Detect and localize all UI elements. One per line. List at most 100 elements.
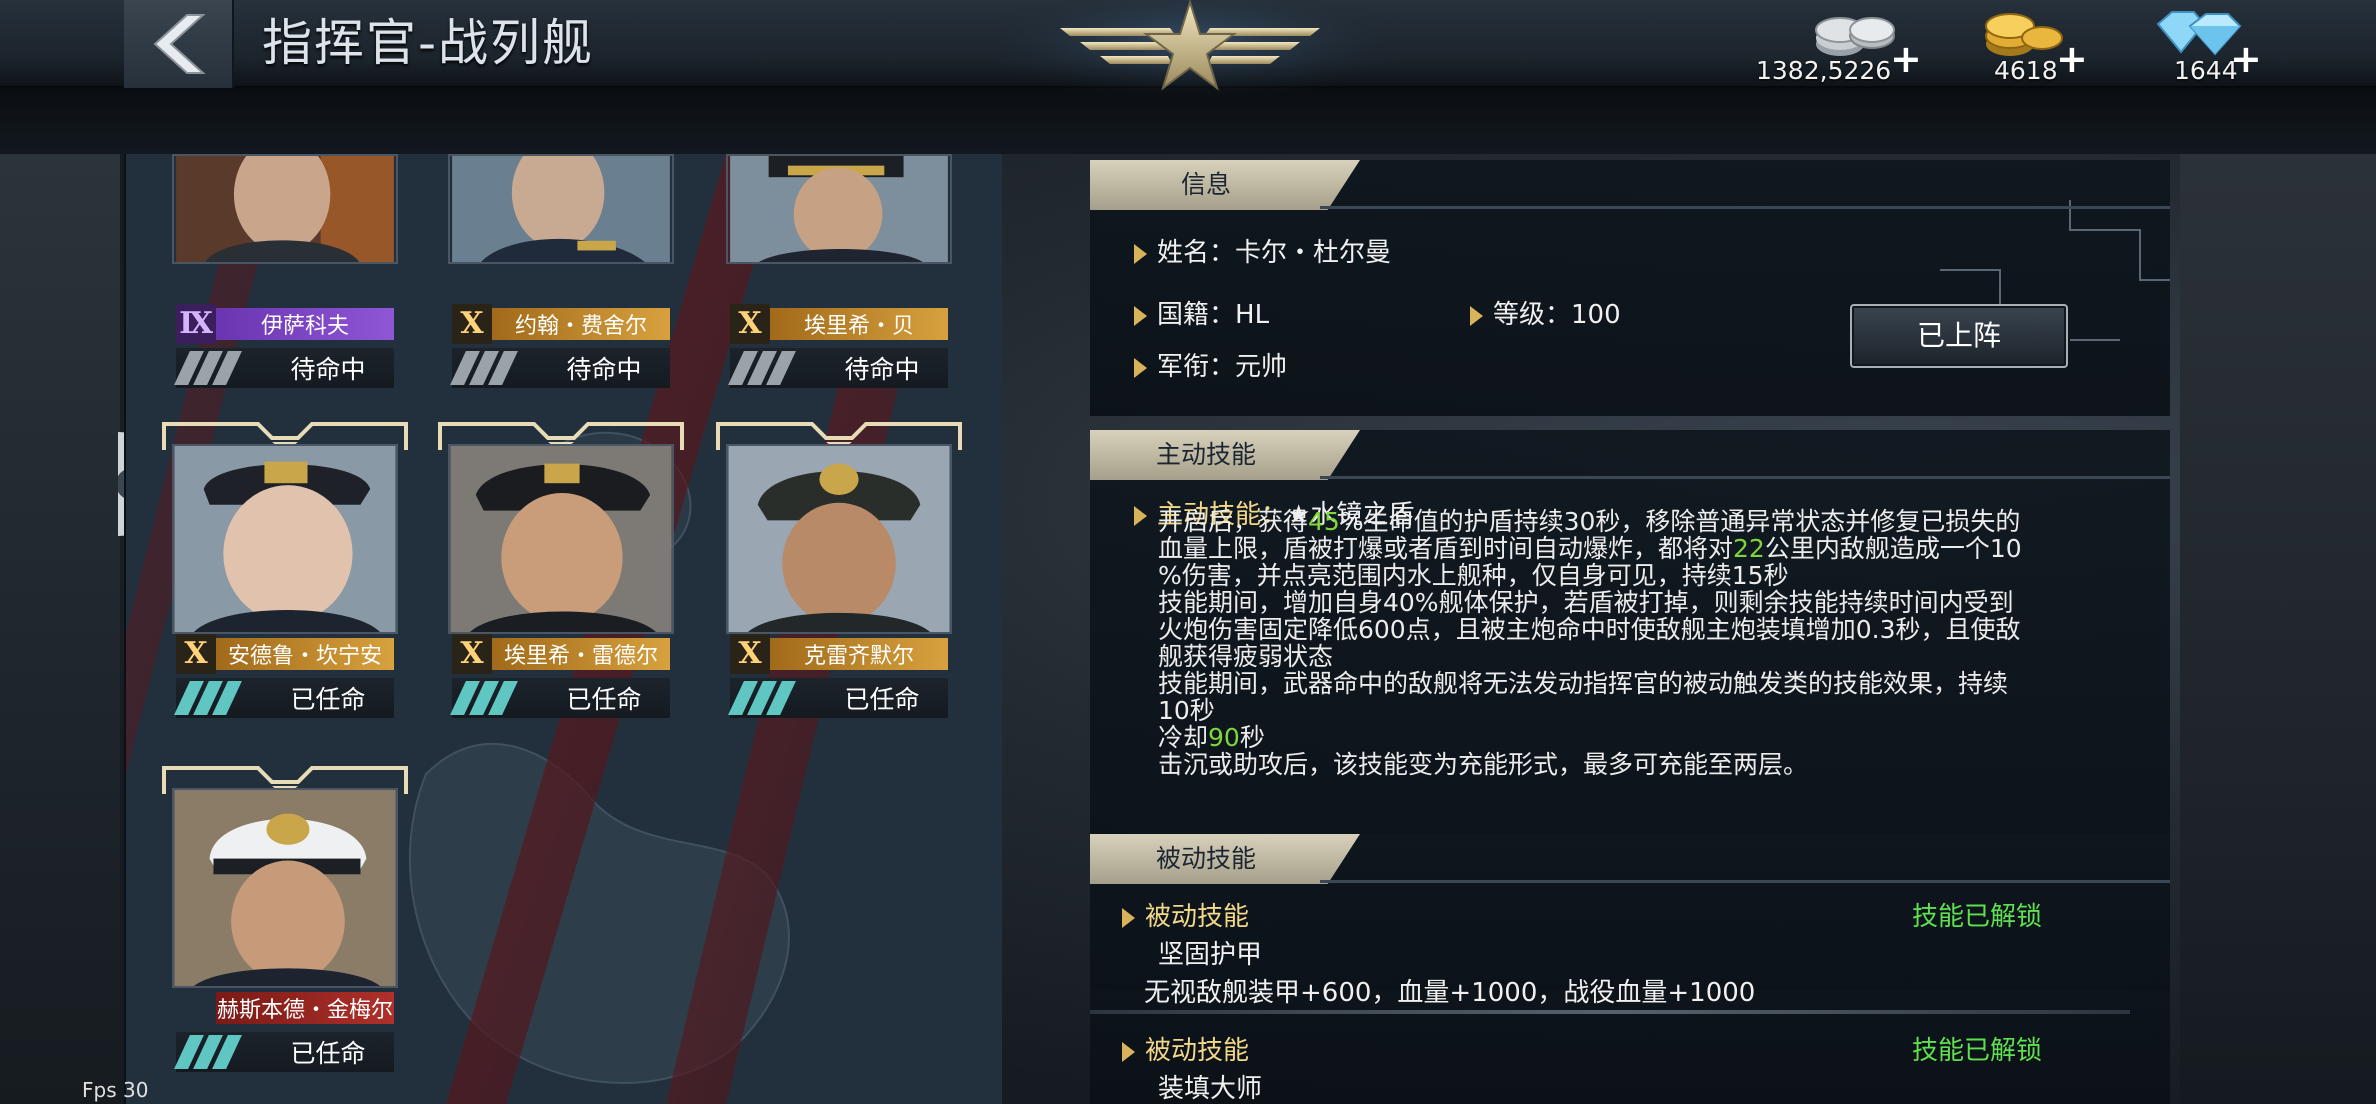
gold-amount: 4618 xyxy=(1994,56,2058,85)
star-wings-emblem xyxy=(1000,0,1380,100)
passive-skill-name: 坚固护甲 xyxy=(1158,940,1263,970)
status-bar: 已任命 xyxy=(174,1032,394,1072)
back-arrow-icon xyxy=(153,14,206,74)
page-title: 指挥官-战列舰 xyxy=(262,14,595,72)
passive-skill-row: 被动技能 xyxy=(1122,1030,1249,1067)
status-bar: 待命中 xyxy=(174,348,394,388)
status-label: 已任命 xyxy=(290,685,366,714)
gold-plus-icon[interactable]: + xyxy=(2056,40,2088,78)
silver-amount: 1382,5226 xyxy=(1756,56,1892,85)
bullet-arrow-icon xyxy=(1134,305,1147,326)
active-skill-section-header: 主动技能 xyxy=(1090,430,2170,480)
silver-plus-icon[interactable]: + xyxy=(1890,40,1922,78)
status-bar: 已任命 xyxy=(728,678,948,718)
name-label: 姓名： xyxy=(1157,238,1236,268)
skill-unlocked-status: 技能已解锁 xyxy=(1912,902,2043,932)
portrait-kimmel xyxy=(172,788,398,988)
rank-badge: X xyxy=(452,304,492,344)
desc-line: 开启后，获得45%生命值的护盾持续30秒，移除普通异常状态并修复已损失的 xyxy=(1158,507,2021,536)
divider xyxy=(1320,476,2170,479)
divider xyxy=(1320,206,2170,209)
info-name-row: 姓名：卡尔・杜尔曼 xyxy=(1134,232,1391,269)
name-bar: X 埃里希・雷德尔 xyxy=(452,634,670,674)
desc-line: 10秒 xyxy=(1158,696,1215,725)
skill-unlocked-status: 技能已解锁 xyxy=(1912,1036,2043,1066)
desc-line: 击沉或助攻后，该技能变为充能形式，最多可充能至两层。 xyxy=(1158,750,1809,779)
diamond-plus-icon[interactable]: + xyxy=(2230,40,2262,78)
bullet-arrow-icon xyxy=(1470,305,1483,326)
portrait-kretschmer xyxy=(726,444,952,634)
commander-name: 埃里希・雷德尔 xyxy=(492,638,670,670)
portrait-isakov xyxy=(172,154,398,264)
nation-value: HL xyxy=(1235,300,1270,330)
active-skill-description: 开启后，获得45%生命值的护盾持续30秒，移除普通异常状态并修复已损失的 血量上… xyxy=(1158,508,2158,778)
name-bar: X 克雷齐默尔 xyxy=(730,634,948,674)
divider xyxy=(1320,880,2170,883)
info-nation-row: 国籍：HL xyxy=(1134,294,1269,331)
level-stripes xyxy=(174,1032,262,1072)
section-title: 信息 xyxy=(1180,170,1231,199)
top-bar: 指挥官-战列舰 1382,5226 + 4618 + 1644 + xyxy=(0,0,2376,100)
rank-badge: Ⅸ xyxy=(176,304,216,344)
passive-skill-label: 被动技能 xyxy=(1145,1036,1250,1066)
bullet-arrow-icon xyxy=(1122,1041,1135,1062)
name-value: 卡尔・杜尔曼 xyxy=(1235,238,1392,268)
fps-counter: Fps 30 xyxy=(82,1078,149,1102)
commander-name: 伊萨科夫 xyxy=(216,308,394,340)
name-bar: 赫斯本德・金梅尔 xyxy=(176,988,394,1028)
level-label: 等级： xyxy=(1493,300,1572,330)
section-title: 被动技能 xyxy=(1155,844,1256,873)
back-button[interactable] xyxy=(124,0,234,88)
level-stripes xyxy=(174,348,262,388)
commander-name: 约翰・费舍尔 xyxy=(492,308,670,340)
divider xyxy=(1090,1010,2130,1014)
desc-line: 火炮伤害固定降低600点，且被主炮命中时使敌舰主炮装填增加0.3秒，且使敌 xyxy=(1158,615,2021,644)
name-bar: X 埃里希・贝 xyxy=(730,304,948,344)
nation-label: 国籍： xyxy=(1157,300,1236,330)
silver-currency[interactable]: 1382,5226 + xyxy=(1756,4,1926,88)
level-value: 100 xyxy=(1571,300,1621,330)
level-stripes xyxy=(450,678,538,718)
gold-currency[interactable]: 4618 + xyxy=(1976,4,2096,88)
desc-line: 技能期间，武器命中的敌舰将无法发动指挥官的被动触发类的技能效果，持续 xyxy=(1158,669,2009,698)
status-label: 待命中 xyxy=(290,355,366,384)
passive-skill-desc: 无视敌舰装甲+600，血量+1000，战役血量+1000 xyxy=(1144,978,1756,1008)
commander-name: 赫斯本德・金梅尔 xyxy=(216,992,394,1024)
section-title: 主动技能 xyxy=(1155,440,1256,469)
level-stripes xyxy=(450,348,538,388)
status-label: 已任命 xyxy=(844,685,920,714)
commander-name: 埃里希・贝 xyxy=(770,308,948,340)
portrait-cunningham xyxy=(172,444,398,634)
background-left xyxy=(0,88,120,1104)
bullet-arrow-icon xyxy=(1134,357,1147,378)
background-right xyxy=(2180,88,2376,1104)
desc-line: 血量上限，盾被打爆或者盾到时间自动爆炸，都将对22公里内敌舰造成一个10 xyxy=(1158,534,2022,563)
rank-badge: X xyxy=(730,304,770,344)
passive-skill-label: 被动技能 xyxy=(1145,902,1250,932)
desc-line: %伤害，并点亮范围内水上舰种，仅自身可见，持续15秒 xyxy=(1158,561,1789,590)
commander-roster[interactable]: Ⅸ 伊萨科夫 待命中 X 约翰・费舍尔 待命中 X 埃里希・贝 待命中 X 安德… xyxy=(124,154,1002,1104)
portrait-fisher xyxy=(448,154,674,264)
diamond-currency[interactable]: 1644 + xyxy=(2150,4,2262,88)
rank-badge: X xyxy=(452,634,492,674)
status-label: 待命中 xyxy=(566,355,642,384)
commander-name: 克雷齐默尔 xyxy=(770,638,948,670)
level-stripes xyxy=(728,678,816,718)
level-stripes xyxy=(174,678,262,718)
desc-line: 舰获得疲弱状态 xyxy=(1158,642,1334,671)
bullet-arrow-icon xyxy=(1134,505,1147,526)
deployed-button[interactable]: 已上阵 xyxy=(1850,304,2068,368)
bullet-arrow-icon xyxy=(1134,243,1147,264)
status-label: 已任命 xyxy=(290,1039,366,1068)
name-bar: X 安德鲁・坎宁安 xyxy=(176,634,394,674)
rank-badge: X xyxy=(730,634,770,674)
info-level-row: 等级：100 xyxy=(1470,294,1621,331)
diamond-amount: 1644 xyxy=(2174,56,2238,85)
portrait-erich-b xyxy=(726,154,952,264)
rank-badge: X xyxy=(176,634,216,674)
status-label: 已任命 xyxy=(566,685,642,714)
name-bar: X 约翰・费舍尔 xyxy=(452,304,670,344)
status-bar: 已任命 xyxy=(450,678,670,718)
commander-name: 安德鲁・坎宁安 xyxy=(216,638,394,670)
info-section-header: 信息 xyxy=(1090,160,2170,210)
